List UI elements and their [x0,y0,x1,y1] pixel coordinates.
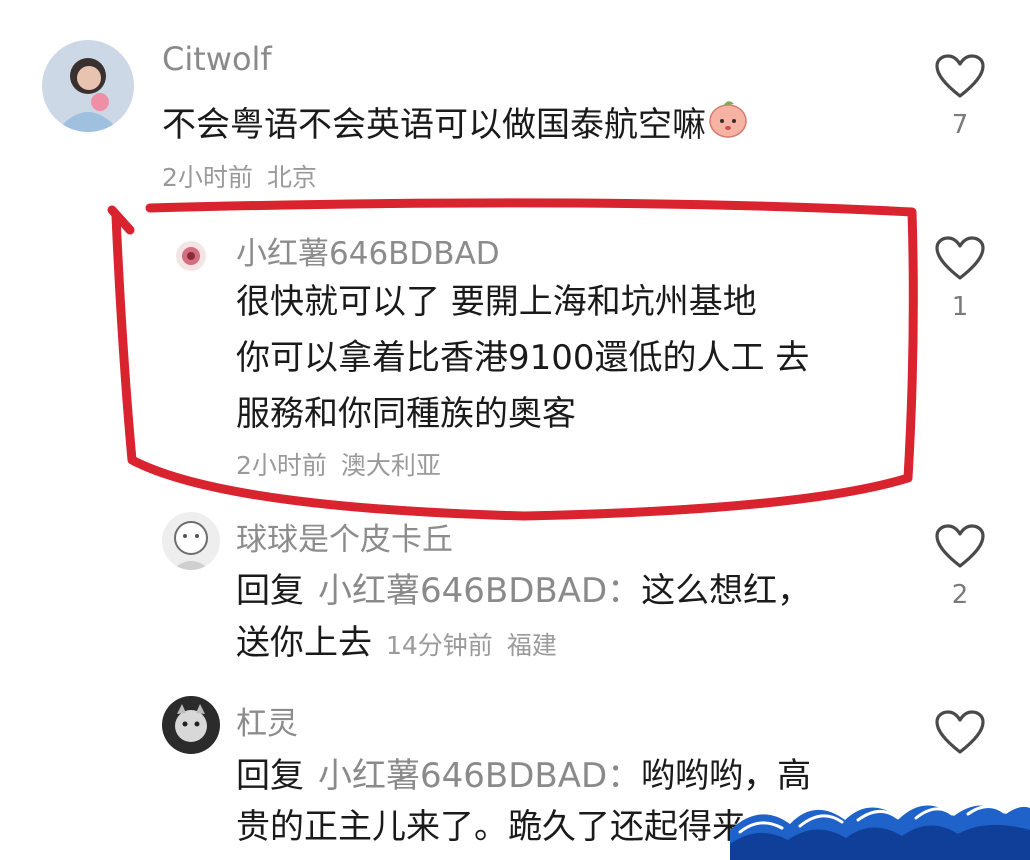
comment-text-line: 你可以拿着比香港9100還低的人工 去 [236,338,810,378]
like-button[interactable]: 7 [928,54,992,140]
comment-username[interactable]: 小红薯646BDBAD [236,228,500,273]
avatar[interactable] [162,696,220,754]
comment-text-line: 很快就可以了 要開上海和坑州基地 [236,282,757,322]
like-button[interactable] [928,710,992,756]
mention-link[interactable]: 小红薯646BDBAD： [318,756,641,796]
comment-username[interactable]: Citwolf [162,40,272,78]
heart-icon [935,524,985,568]
like-count: 1 [951,292,969,322]
reply-prefix: 回复 [236,571,304,611]
comment-text-body: 这么想红， [641,571,812,611]
comment-location: 福建 [506,631,557,660]
comment-text: 送你上去 14分钟前 福建 [236,616,557,673]
comment-text-line: 服務和你同種族的奧客 [236,394,576,434]
comment-text: 不会粤语不会英语可以做国泰航空嘛 [162,98,750,155]
like-count: 2 [951,580,969,610]
heart-icon [935,236,985,280]
comment-text-body: 不会粤语不会英语可以做国泰航空嘛 [162,105,706,145]
avatar[interactable] [176,241,206,271]
wave-sticker-icon [730,805,1030,860]
like-button[interactable]: 1 [928,236,992,322]
comment-location: 北京 [266,163,317,192]
comment-time: 2小时前 [236,451,327,480]
like-count: 7 [951,110,969,140]
comment-text: 贵的正主儿来了。跪久了还起得来 [236,807,746,847]
avatar[interactable] [42,40,134,132]
comment-time: 14分钟前 [386,631,493,660]
comment-text-body: 送你上去 [236,623,372,663]
peach-emoji-icon [706,99,750,155]
avatar[interactable] [162,512,220,570]
reply-prefix: 回复 [236,756,304,796]
comment-text: 回复 小红薯646BDBAD：哟哟哟，高 [236,749,811,803]
comment-meta: 2小时前 澳大利亚 [236,446,441,482]
comment-location: 澳大利亚 [340,451,441,480]
heart-icon [935,54,985,98]
like-button[interactable]: 2 [928,524,992,610]
comment-username[interactable]: 杠灵 [236,698,298,743]
comment-username[interactable]: 球球是个皮卡丘 [236,514,453,559]
comment-time: 2小时前 [162,163,253,192]
mention-link[interactable]: 小红薯646BDBAD： [318,571,641,611]
heart-icon [935,710,985,754]
comment-meta: 2小时前 北京 [162,158,317,194]
comment-text: 回复 小红薯646BDBAD：这么想红， [236,564,811,618]
